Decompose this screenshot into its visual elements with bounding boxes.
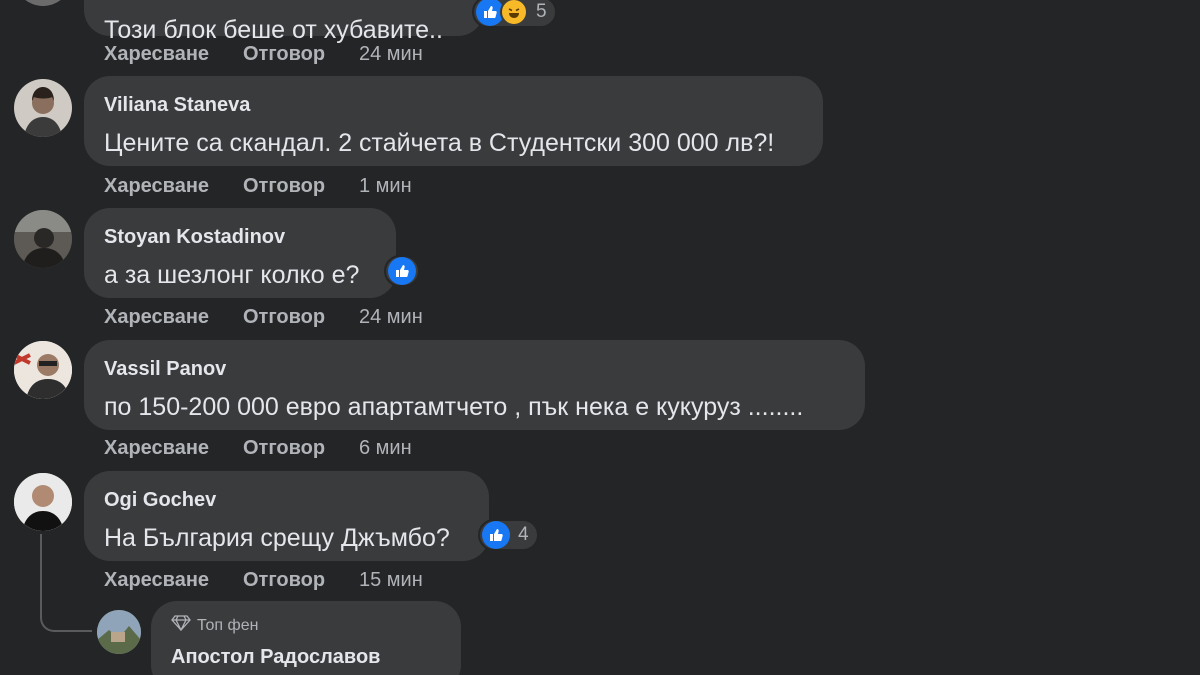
- comment-timestamp[interactable]: 24 мин: [359, 306, 423, 329]
- comment-actions: Харесване Отговор 6 мин: [104, 437, 412, 460]
- comment-timestamp[interactable]: 6 мин: [359, 437, 412, 460]
- comment-text: На България срещу Джъмбо?: [104, 524, 450, 552]
- like-button[interactable]: Харесване: [104, 43, 243, 66]
- reactions-summary[interactable]: 4: [478, 519, 539, 551]
- comment-bubble: Ogi Gochev На България срещу Джъмбо?: [84, 471, 489, 561]
- like-button[interactable]: Харесване: [104, 437, 243, 460]
- comment-actions: Харесване Отговор 24 мин: [104, 43, 423, 66]
- comment-bubble: Vassil Panov по 150-200 000 евро апартам…: [84, 340, 865, 430]
- comment-author[interactable]: Ogi Gochev: [104, 489, 469, 512]
- like-button[interactable]: Харесване: [104, 306, 243, 329]
- comment-author[interactable]: Viliana Staneva: [104, 94, 803, 117]
- avatar[interactable]: [14, 0, 72, 6]
- like-button[interactable]: Харесване: [104, 569, 243, 592]
- comment-bubble: Viliana Staneva Цените са скандал. 2 ста…: [84, 76, 823, 166]
- reactions-summary[interactable]: [384, 255, 420, 287]
- reply-button[interactable]: Отговор: [243, 43, 359, 66]
- comment-text: Този блок беше от хубавите..: [104, 16, 443, 44]
- comment-actions: Харесване Отговор 15 мин: [104, 569, 423, 592]
- laughing-emoji-icon: [500, 0, 528, 26]
- comment-bubble: Stoyan Kostadinov а за шезлонг колко е?: [84, 208, 396, 298]
- avatar[interactable]: [14, 473, 72, 531]
- reaction-count: 5: [536, 1, 547, 22]
- comment-text: а за шезлонг колко е?: [104, 261, 360, 289]
- reply-button[interactable]: Отговор: [243, 175, 359, 198]
- thumbs-up-icon: [388, 257, 416, 285]
- comment-timestamp[interactable]: 15 мин: [359, 569, 423, 592]
- comment-timestamp[interactable]: 24 мин: [359, 43, 423, 66]
- like-button[interactable]: Харесване: [104, 175, 243, 198]
- comment-timestamp[interactable]: 1 мин: [359, 175, 412, 198]
- comment-author[interactable]: Stoyan Kostadinov: [104, 226, 376, 249]
- comment-bubble: Този блок беше от хубавите..: [84, 0, 484, 44]
- badge-label: Топ фен: [197, 616, 259, 634]
- reply-button[interactable]: Отговор: [243, 306, 359, 329]
- thumbs-up-icon: [482, 521, 510, 549]
- comment-text: Цените са скандал. 2 стайчета в Студентс…: [104, 129, 775, 157]
- avatar[interactable]: [14, 210, 72, 268]
- top-fan-badge: Топ фен: [171, 615, 441, 636]
- comment-author[interactable]: Апостол Радославов: [171, 646, 441, 669]
- comment-author[interactable]: Vassil Panov: [104, 358, 845, 381]
- reply-button[interactable]: Отговор: [243, 437, 359, 460]
- diamond-icon: [171, 615, 191, 636]
- reactions-summary[interactable]: 5: [472, 0, 557, 28]
- avatar[interactable]: [14, 79, 72, 137]
- comment-text: по 150-200 000 евро апартамтчето , пък н…: [104, 393, 804, 421]
- comment-actions: Харесване Отговор 1 мин: [104, 175, 412, 198]
- reaction-count: 4: [518, 524, 529, 545]
- reply-thread-connector: [40, 534, 92, 632]
- avatar[interactable]: [97, 610, 141, 654]
- reply-button[interactable]: Отговор: [243, 569, 359, 592]
- comment-actions: Харесване Отговор 24 мин: [104, 306, 423, 329]
- comment-bubble: Топ фен Апостол Радославов: [151, 601, 461, 675]
- avatar[interactable]: [14, 341, 72, 399]
